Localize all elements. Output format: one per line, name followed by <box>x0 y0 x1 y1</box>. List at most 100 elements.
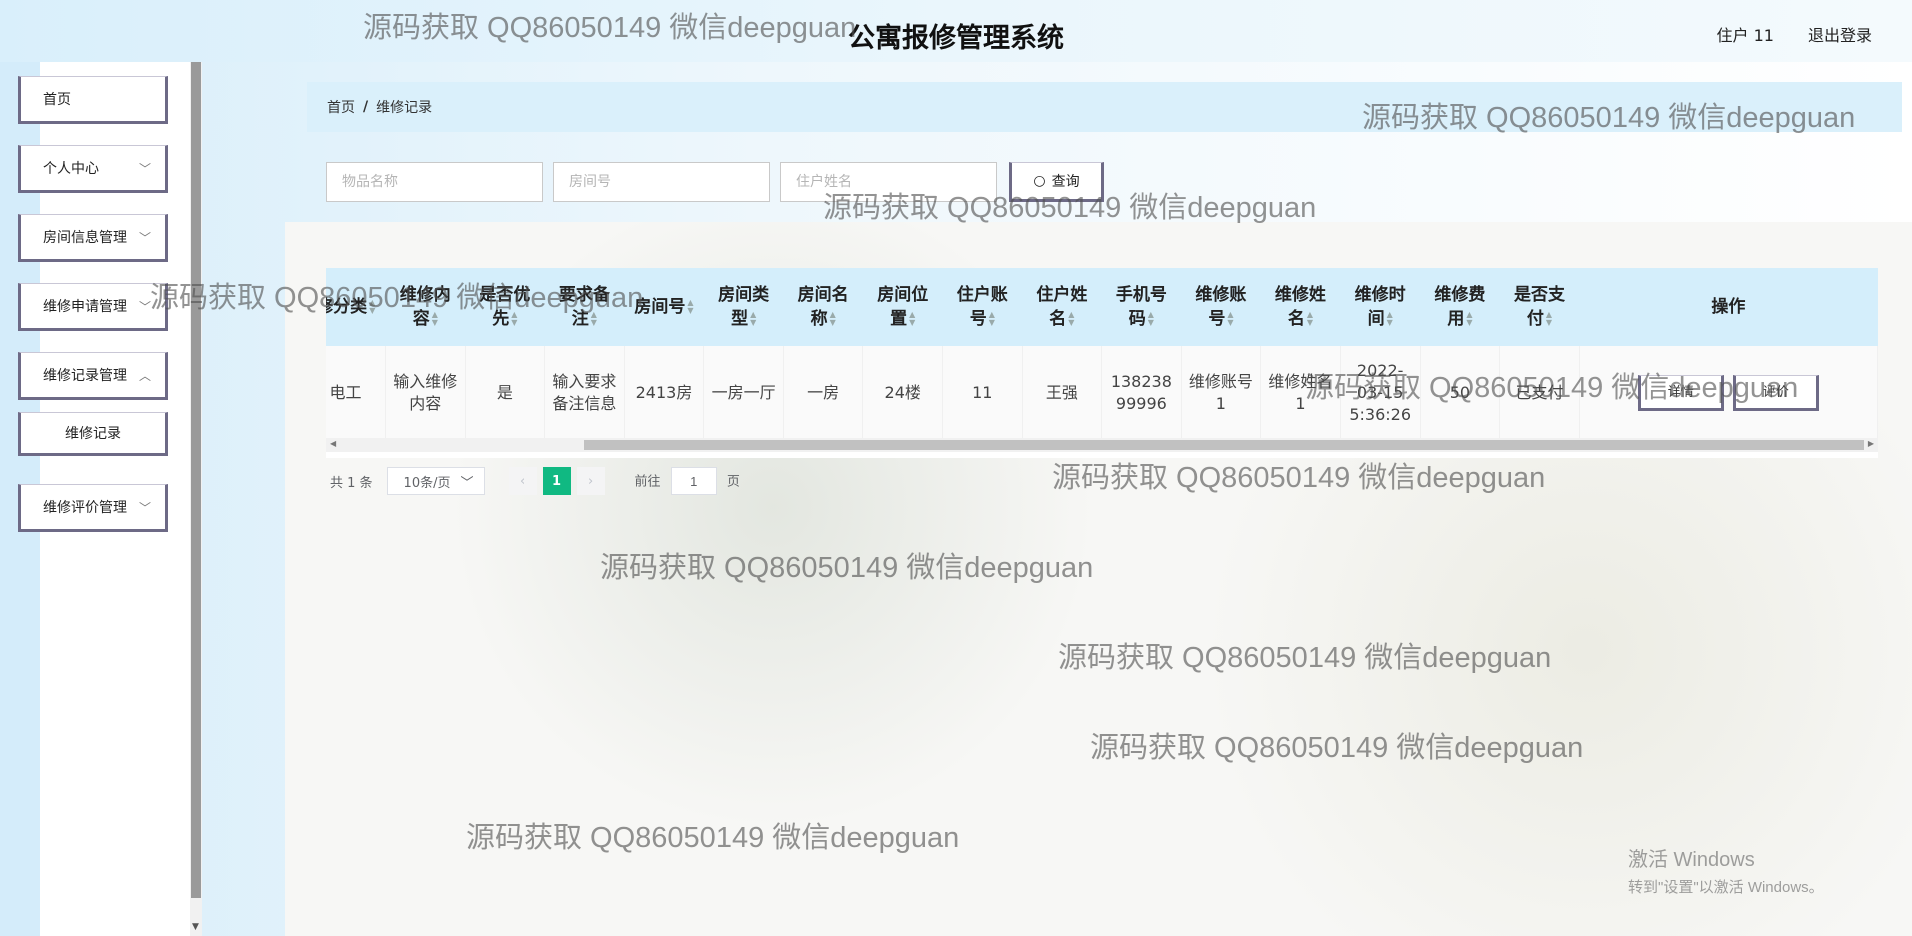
sort-icon[interactable]: ▲ ▼ <box>830 311 836 327</box>
goto-prefix: 前往 <box>634 474 661 490</box>
column-header[interactable]: 是否支付 ▲ ▼ <box>1499 268 1580 346</box>
repair-records-table: 修分类▲▼ 维修内容▲▼ 是否优先▲▼ 要求备注▲▼ 房间号▲▼ 房间类型▲▼ … <box>326 268 1878 458</box>
query-button[interactable]: ○ 查询 <box>1009 162 1104 202</box>
table-cell: 已支付 <box>1499 346 1580 441</box>
column-header[interactable]: 要求备注 ▲ ▼ <box>544 268 625 346</box>
column-header[interactable]: 房间名称 ▲ ▼ <box>783 268 863 346</box>
column-header-label: 修分类 <box>326 297 368 317</box>
column-header[interactable]: 维修内容 ▲ ▼ <box>385 268 466 346</box>
scroll-left-icon[interactable]: ◀ <box>330 439 336 448</box>
column-header-label: 要求备注 <box>558 285 610 329</box>
item-name-input[interactable] <box>326 162 543 202</box>
search-bar: ○ 查询 <box>326 162 1104 202</box>
scroll-down-icon[interactable]: ▼ <box>192 922 199 932</box>
sidebar-item-personal-center[interactable]: 个人中心 ﹀ <box>18 145 168 193</box>
table-cell: 是 <box>465 346 546 441</box>
column-header[interactable]: 住户姓名 ▲ ▼ <box>1022 268 1102 346</box>
page-size-select[interactable]: 10条/页 ﹀ <box>386 467 485 495</box>
current-user-label[interactable]: 住户 11 <box>1717 22 1774 46</box>
breadcrumb-current: 维修记录 <box>376 100 433 116</box>
detail-button[interactable]: 详情 <box>1637 374 1724 411</box>
table-row: 电工 输入维修内容 是 输入要求备注信息 2413房 一房一厅 一房 24楼 1… <box>326 346 1878 441</box>
chevron-up-icon: ︿ <box>138 369 151 383</box>
column-header[interactable]: 维修账号 ▲ ▼ <box>1181 268 1261 346</box>
column-header[interactable]: 维修费用 ▲ ▼ <box>1420 268 1500 346</box>
scrollbar-thumb[interactable] <box>191 62 201 898</box>
total-count: 共 1 条 <box>330 475 373 491</box>
sidebar-item-label: 个人中心 <box>43 161 99 177</box>
column-header[interactable]: 住户账号 ▲ ▼ <box>942 268 1023 346</box>
column-header-label: 维修内容 <box>399 285 451 329</box>
sort-icon[interactable]: ▲ ▼ <box>1148 311 1154 327</box>
sidebar-item-label: 首页 <box>43 92 71 108</box>
evaluate-button[interactable]: 评价 <box>1732 374 1819 411</box>
top-header: 公寓报修管理系统 住户 11 退出登录 <box>0 0 1912 62</box>
table-cell: 电工 <box>326 346 387 441</box>
sidebar-item-repair-records-mgmt[interactable]: 维修记录管理 ︿ <box>18 352 168 400</box>
goto-suffix: 页 <box>726 474 740 490</box>
column-header-label: 房间号 <box>634 297 686 317</box>
next-page-button[interactable]: › <box>576 467 605 495</box>
column-header[interactable]: 修分类▲▼ <box>326 268 386 346</box>
sort-icon[interactable]: ▲ ▼ <box>750 311 756 327</box>
column-header[interactable]: 手机号码 ▲ ▼ <box>1101 268 1182 346</box>
column-header[interactable]: 房间位置 ▲ ▼ <box>862 268 943 346</box>
sort-icon[interactable]: ▲ ▼ <box>1387 311 1393 327</box>
table-cell: 维修账号1 <box>1181 346 1262 441</box>
column-header-label: 手机号码 <box>1115 285 1167 329</box>
logout-link[interactable]: 退出登录 <box>1808 22 1872 46</box>
sort-icon[interactable]: ▲ ▼ <box>1307 311 1313 327</box>
sort-icon[interactable]: ▲ ▼ <box>909 311 915 327</box>
sort-icon[interactable]: ▲ ▼ <box>369 299 375 315</box>
sidebar-item-repair-application[interactable]: 维修申请管理 ﹀ <box>18 283 168 331</box>
sidebar-item-repair-evaluation[interactable]: 维修评价管理 ﹀ <box>18 484 168 532</box>
activation-title: 激活 Windows <box>1628 849 1755 871</box>
prev-page-button[interactable]: ‹ <box>508 467 537 495</box>
column-header[interactable]: 是否优先 ▲ ▼ <box>465 268 545 346</box>
column-header-label: 维修费用 <box>1434 285 1486 329</box>
column-header[interactable]: 房间类型 ▲ ▼ <box>703 268 784 346</box>
sidebar-item-room-info[interactable]: 房间信息管理 ﹀ <box>18 214 168 262</box>
sidebar-item-label: 维修评价管理 <box>43 500 127 516</box>
sort-icon[interactable]: ▲ ▼ <box>989 311 995 327</box>
column-header[interactable]: 维修时间 ▲ ▼ <box>1340 268 1421 346</box>
table-horizontal-scrollbar[interactable]: ◀ ▶ <box>326 438 1878 452</box>
table-cell: 一房 <box>783 346 864 441</box>
sidebar: 首页 个人中心 ﹀ 房间信息管理 ﹀ 维修申请管理 ﹀ 维修记录管理 ︿ 维修记… <box>0 62 190 936</box>
sort-icon[interactable]: ▲ ▼ <box>432 311 438 327</box>
sort-icon[interactable]: ▲ ▼ <box>511 311 517 327</box>
sort-icon[interactable]: ▲ ▼ <box>687 299 693 315</box>
sidebar-scrollbar[interactable]: ▼ <box>190 62 202 936</box>
goto-page: 前往 页 <box>635 467 740 495</box>
header-user-area: 住户 11 退出登录 <box>1717 22 1872 46</box>
column-header-label: 维修姓名 <box>1274 285 1326 329</box>
sort-icon[interactable]: ▲ ▼ <box>1546 311 1552 327</box>
page-number-button[interactable]: 1 <box>542 467 571 495</box>
column-header[interactable]: 维修姓名 ▲ ▼ <box>1260 268 1341 346</box>
breadcrumb-home[interactable]: 首页 <box>327 97 355 117</box>
resident-name-input[interactable] <box>780 162 997 202</box>
table-cell: 一房一厅 <box>703 346 784 441</box>
page-size-value: 10条/页 <box>403 475 451 491</box>
sidebar-item-label: 维修申请管理 <box>43 299 127 315</box>
chevron-down-icon: ﹀ <box>138 501 151 515</box>
sort-icon[interactable]: ▲ ▼ <box>591 311 597 327</box>
query-button-label: 查询 <box>1051 174 1080 190</box>
chevron-down-icon: ﹀ <box>138 231 151 245</box>
column-header-label: 房间名称 <box>797 285 849 329</box>
sidebar-subitem-repair-records[interactable]: 维修记录 <box>18 412 168 456</box>
activation-hint: 转到"设置"以激活 Windows。 <box>1628 879 1824 896</box>
goto-page-input[interactable] <box>670 467 717 495</box>
scrollbar-thumb[interactable] <box>584 440 1864 450</box>
room-number-input[interactable] <box>553 162 770 202</box>
sort-icon[interactable]: ▲ ▼ <box>1466 311 1472 327</box>
sort-icon[interactable]: ▲ ▼ <box>1068 311 1074 327</box>
system-title: 公寓报修管理系统 <box>848 23 1064 54</box>
windows-activation-watermark: 激活 Windows 转到"设置"以激活 Windows。 <box>1628 843 1824 897</box>
scroll-right-icon[interactable]: ▶ <box>1868 439 1874 448</box>
column-header[interactable]: 房间号 ▲ ▼ <box>624 268 704 346</box>
table-cell: 11 <box>942 346 1023 441</box>
chevron-down-icon: ﹀ <box>460 475 474 491</box>
sort-icon[interactable]: ▲ ▼ <box>1227 311 1233 327</box>
sidebar-item-home[interactable]: 首页 <box>18 76 168 124</box>
